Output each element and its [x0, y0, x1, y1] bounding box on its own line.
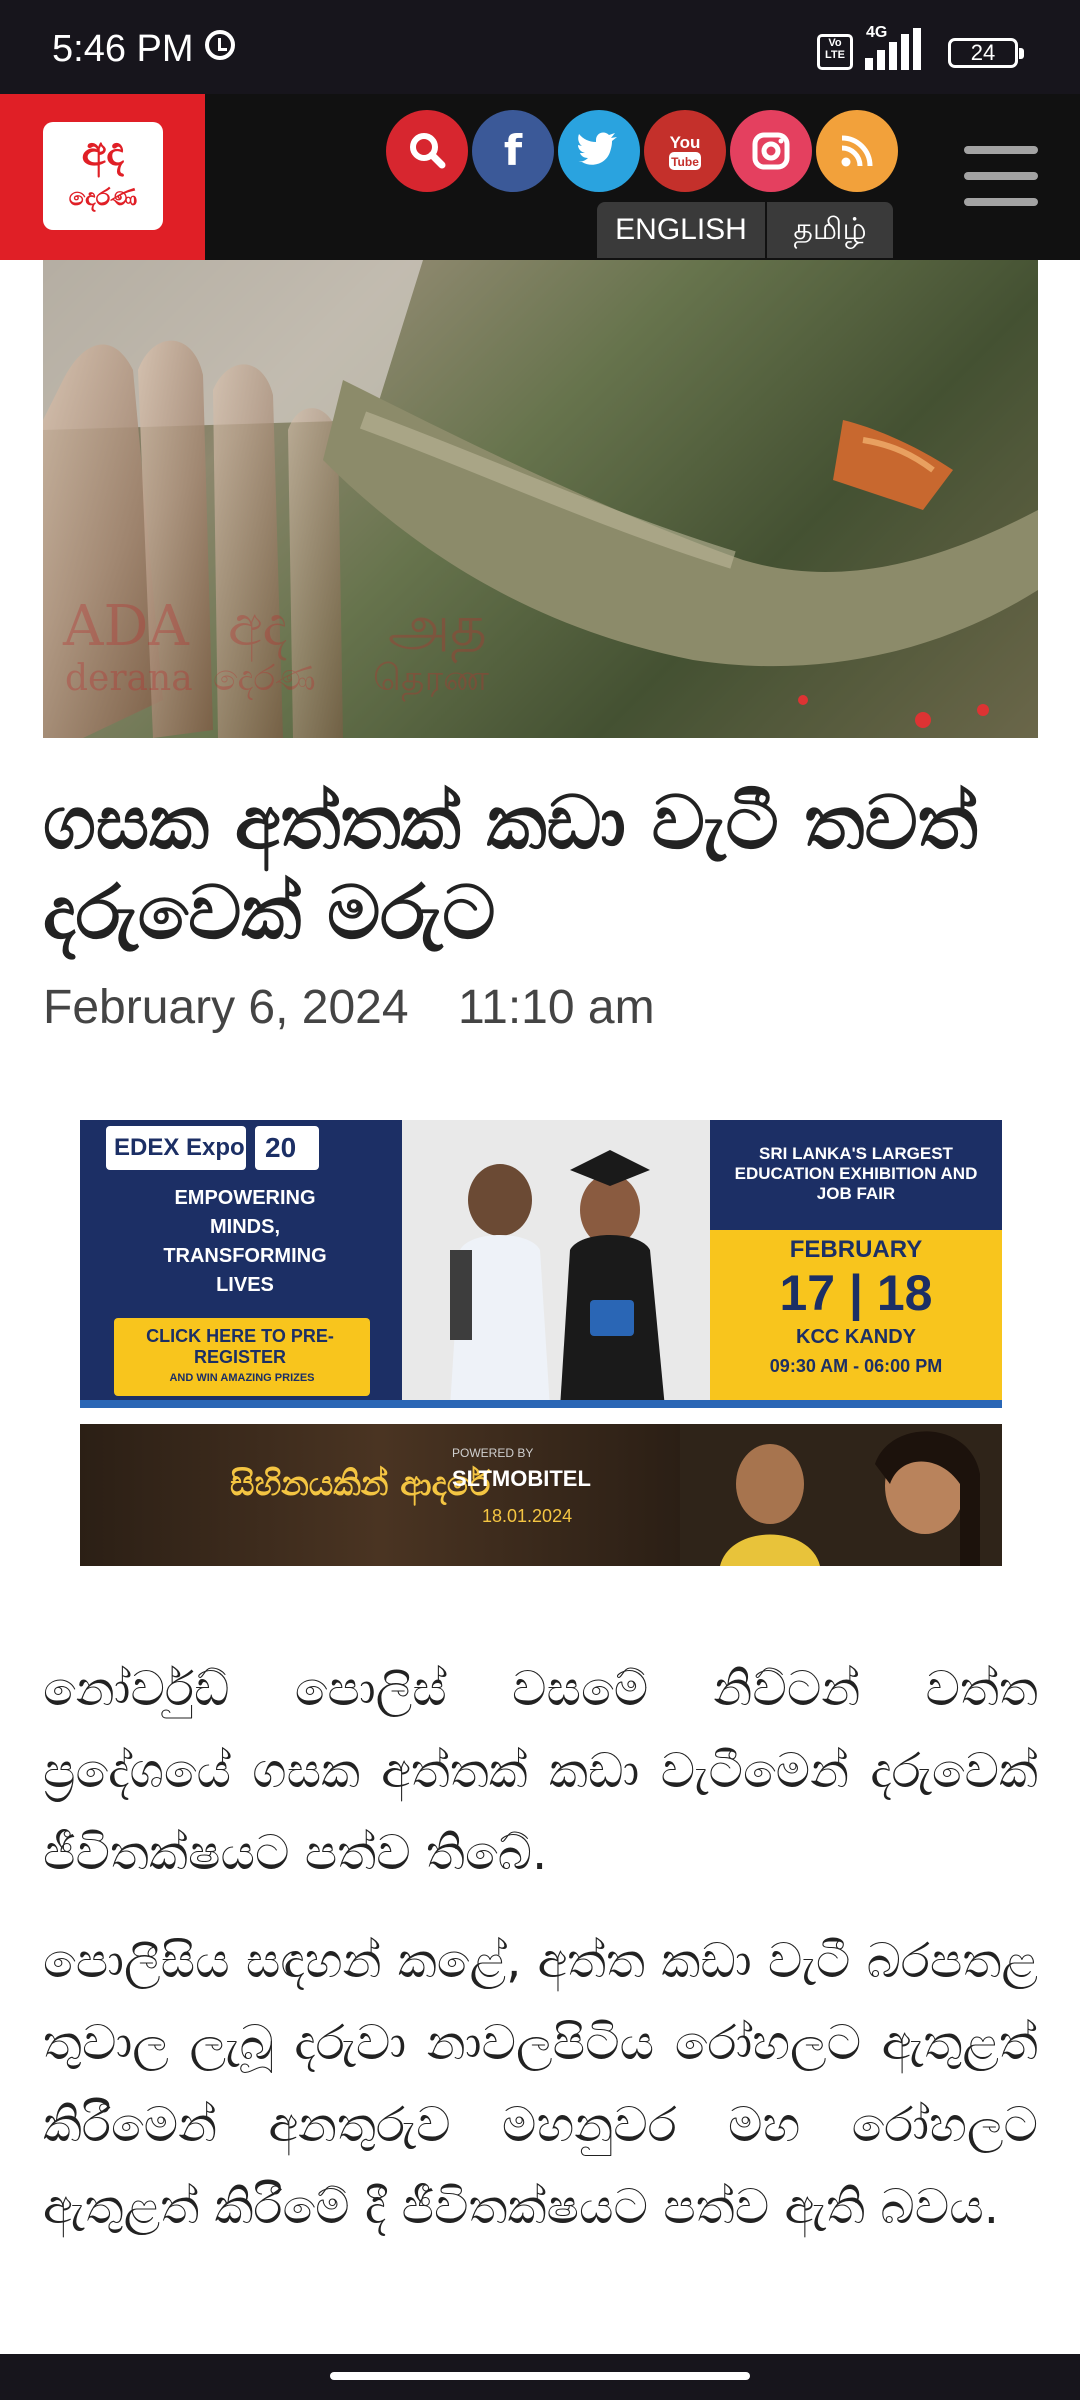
- article-hero-image: ADA derana අද දෙරණ அத தெரண: [43, 260, 1038, 738]
- alarm-icon: [205, 30, 235, 60]
- language-english-button[interactable]: ENGLISH: [597, 202, 765, 258]
- home-gesture-handle[interactable]: [330, 2372, 750, 2380]
- teledrama-powered-by: POWERED BY: [452, 1446, 534, 1460]
- edex-month: FEBRUARY: [789, 1236, 923, 1263]
- students-photo: [450, 1150, 665, 1408]
- edex-anniversary: 20: [265, 1132, 297, 1163]
- edex-hours: 09:30 AM - 06:00 PM: [769, 1356, 943, 1376]
- volte-icon: Vo LTE: [817, 34, 853, 70]
- teledrama-sponsor: SLTMOBITEL: [452, 1466, 591, 1491]
- edex-headline: SRI LANKA'S LARGEST EDUCATION EXHIBITION…: [734, 1144, 978, 1203]
- svg-text:You: You: [670, 133, 701, 152]
- edex-cta-sub: AND WIN AMAZING PRIZES: [169, 1372, 315, 1384]
- language-tamil-button[interactable]: தமிழ்: [767, 202, 893, 258]
- hamburger-menu-icon[interactable]: [964, 146, 1038, 206]
- battery-icon: 24: [948, 38, 1024, 68]
- article-title: ගසක අත්තක් කඩා වැටී තවත් දරුවෙක් මරුට: [43, 780, 978, 956]
- teledrama-ad-banner[interactable]: සිහිනයකින් ආදරේ POWERED BY SLTMOBITEL 18…: [80, 1424, 1002, 1566]
- site-header: අද දෙරණ f You Tube ENGLISH தமிழ்: [0, 94, 1080, 260]
- watermark-ada-derana: ADA: [62, 594, 189, 659]
- twitter-icon[interactable]: [558, 110, 640, 192]
- edex-logo: EDEX Expo: [114, 1134, 245, 1161]
- edex-tagline: EMPOWERING MINDS, TRANSFORMING LIVES: [163, 1187, 327, 1296]
- svg-text:දෙරණ: දෙරණ: [213, 658, 316, 700]
- teledrama-actors-photo: [680, 1424, 1002, 1566]
- watermark-tamil: அத: [388, 594, 487, 663]
- site-logo[interactable]: අද දෙරණ: [0, 94, 205, 260]
- edex-register-cta[interactable]: CLICK HERE TO PRE-REGISTER: [140, 1326, 340, 1368]
- search-icon[interactable]: [386, 110, 468, 192]
- logo-top-text: අද: [81, 130, 125, 174]
- system-navigation-bar: [0, 2354, 1080, 2400]
- clock: 5:46 PM: [52, 28, 194, 70]
- article-paragraph-2: පොලීසිය සඳහන් කළේ, අත්ත කඩා වැටී බරපතළ ත…: [43, 1933, 1038, 2235]
- edex-venue: KCC KANDY: [796, 1326, 916, 1348]
- signal-icon: [865, 28, 935, 70]
- edex-dates: 17 | 18: [779, 1265, 933, 1321]
- logo-bottom-text: දෙරණ: [68, 184, 138, 211]
- teledrama-date: 18.01.2024: [482, 1506, 573, 1526]
- youtube-icon[interactable]: You Tube: [644, 110, 726, 192]
- svg-text:derana: derana: [65, 658, 193, 699]
- article-date: February 6, 2024: [43, 981, 409, 1034]
- status-bar: 5:46 PM Vo LTE 4G 24: [0, 0, 1080, 94]
- edex-expo-ad-banner[interactable]: EDEX Expo 20 EMPOWERING MINDS, TRANSFORM…: [80, 1120, 1002, 1408]
- article-paragraph-1: නෝර්වුඩ් පොලිස් වසමේ නිව්ටන් වත්ත ප්‍රදේ…: [43, 1661, 1038, 1881]
- rss-icon[interactable]: [816, 110, 898, 192]
- watermark-sinhala: අද: [228, 594, 287, 662]
- article-time: 11:10 am: [458, 981, 655, 1034]
- svg-text:தெரண: தெரண: [373, 658, 489, 702]
- facebook-icon[interactable]: f: [472, 110, 554, 192]
- svg-text:Tube: Tube: [671, 155, 699, 169]
- instagram-icon[interactable]: [730, 110, 812, 192]
